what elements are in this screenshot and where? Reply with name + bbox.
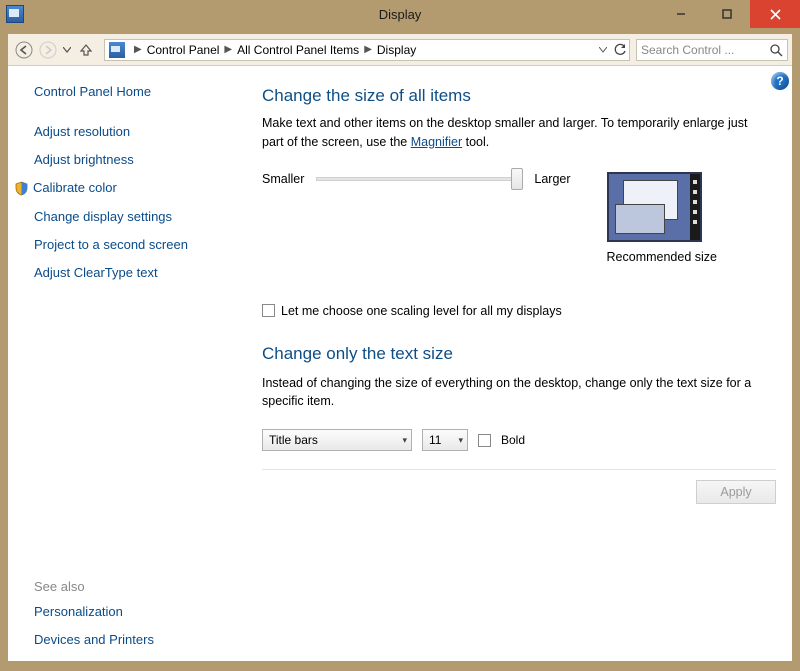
left-nav: Control Panel Home Adjust resolution Adj… bbox=[8, 66, 254, 661]
arrow-left-icon bbox=[15, 41, 33, 59]
close-button[interactable] bbox=[750, 0, 800, 28]
bold-label: Bold bbox=[501, 433, 525, 447]
chevron-down-icon: ▾ bbox=[402, 435, 407, 446]
crumb-sep-icon: ▶ bbox=[361, 44, 375, 55]
chevron-down-icon: ▾ bbox=[458, 435, 463, 446]
recent-dropdown[interactable] bbox=[60, 38, 74, 62]
apply-button[interactable]: Apply bbox=[696, 480, 776, 504]
one-scaling-checkbox[interactable] bbox=[262, 304, 275, 317]
adjust-resolution-link[interactable]: Adjust resolution bbox=[34, 124, 236, 139]
slider-thumb[interactable] bbox=[511, 168, 523, 190]
recommended-label: Recommended size bbox=[607, 250, 717, 264]
personalization-link[interactable]: Personalization bbox=[34, 604, 236, 619]
window-controls bbox=[658, 0, 800, 28]
breadcrumb[interactable]: Control Panel bbox=[145, 43, 222, 57]
content-area: Control Panel Home Adjust resolution Adj… bbox=[8, 66, 792, 661]
larger-label: Larger bbox=[534, 172, 570, 186]
chevron-down-icon bbox=[63, 47, 71, 53]
adjust-cleartype-link[interactable]: Adjust ClearType text bbox=[34, 265, 236, 280]
scaling-slider-group: Smaller Larger bbox=[262, 172, 571, 186]
change-display-settings-link[interactable]: Change display settings bbox=[34, 209, 236, 224]
up-button[interactable] bbox=[74, 38, 98, 62]
arrow-right-icon bbox=[39, 41, 57, 59]
search-placeholder: Search Control ... bbox=[641, 43, 734, 57]
calibrate-color-link[interactable]: Calibrate color bbox=[34, 180, 236, 196]
display-preview-icon bbox=[607, 172, 702, 242]
breadcrumb[interactable]: Display bbox=[375, 43, 418, 57]
forward-button[interactable] bbox=[36, 38, 60, 62]
titlebar: Display bbox=[0, 0, 800, 34]
minimize-icon bbox=[676, 9, 686, 19]
devices-and-printers-link[interactable]: Devices and Printers bbox=[34, 632, 236, 647]
crumb-sep-icon: ▶ bbox=[131, 44, 145, 55]
window-frame: Display ▶ Control Pan bbox=[0, 0, 800, 671]
change-text-size-description: Instead of changing the size of everythi… bbox=[262, 374, 752, 412]
chevron-down-icon[interactable] bbox=[599, 47, 607, 53]
text-size-dropdown[interactable]: 11 ▾ bbox=[422, 429, 468, 451]
crumb-sep-icon: ▶ bbox=[221, 44, 235, 55]
breadcrumb[interactable]: All Control Panel Items bbox=[235, 43, 361, 57]
change-size-description: Make text and other items on the desktop… bbox=[262, 114, 752, 152]
maximize-button[interactable] bbox=[704, 0, 750, 28]
recommended-size-block: Recommended size bbox=[607, 172, 717, 264]
refresh-icon[interactable] bbox=[613, 43, 627, 57]
arrow-up-icon bbox=[79, 43, 93, 57]
search-input[interactable]: Search Control ... bbox=[636, 39, 788, 61]
see-also-heading: See also bbox=[34, 579, 236, 594]
scaling-slider[interactable] bbox=[316, 177, 522, 181]
one-scaling-label: Let me choose one scaling level for all … bbox=[281, 304, 562, 318]
address-toolbar: ▶ Control Panel ▶ All Control Panel Item… bbox=[8, 34, 792, 66]
minimize-button[interactable] bbox=[658, 0, 704, 28]
close-icon bbox=[770, 9, 781, 20]
magnifier-link[interactable]: Magnifier bbox=[411, 135, 462, 149]
location-icon bbox=[109, 42, 125, 58]
change-text-size-heading: Change only the text size bbox=[262, 344, 776, 364]
maximize-icon bbox=[722, 9, 732, 19]
separator bbox=[262, 469, 776, 470]
help-icon[interactable]: ? bbox=[771, 72, 789, 90]
search-icon bbox=[769, 43, 783, 57]
main-pane: ? Change the size of all items Make text… bbox=[254, 66, 792, 661]
project-second-screen-link[interactable]: Project to a second screen bbox=[34, 237, 236, 252]
control-panel-home-link[interactable]: Control Panel Home bbox=[34, 84, 236, 99]
back-button[interactable] bbox=[12, 38, 36, 62]
text-item-dropdown[interactable]: Title bars ▾ bbox=[262, 429, 412, 451]
bold-checkbox[interactable] bbox=[478, 434, 491, 447]
shield-icon bbox=[14, 181, 29, 196]
address-bar[interactable]: ▶ Control Panel ▶ All Control Panel Item… bbox=[104, 39, 630, 61]
smaller-label: Smaller bbox=[262, 172, 304, 186]
adjust-brightness-link[interactable]: Adjust brightness bbox=[34, 152, 236, 167]
change-size-heading: Change the size of all items bbox=[262, 86, 776, 106]
